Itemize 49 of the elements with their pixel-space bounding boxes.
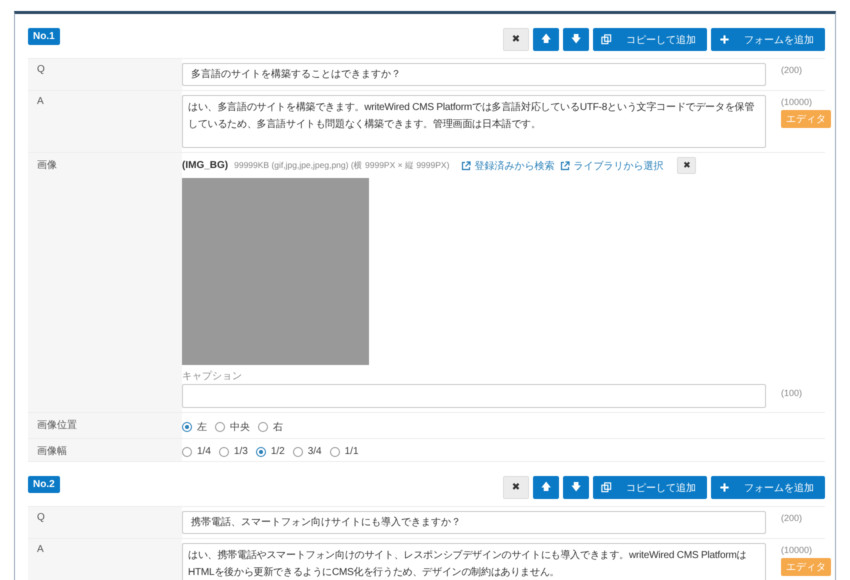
- entry-number-badge: No.2: [28, 476, 60, 493]
- char-count: (100): [781, 388, 802, 398]
- add-form-button[interactable]: フォームを追加: [711, 476, 825, 499]
- field-label: 画像: [37, 160, 57, 171]
- radio-option[interactable]: 1/1: [330, 446, 359, 457]
- entry-number-badge: No.1: [28, 28, 60, 45]
- radio-option[interactable]: 右: [258, 420, 283, 434]
- remove-image-button[interactable]: ✖: [677, 157, 696, 174]
- move-up-button[interactable]: 🡅: [533, 476, 559, 499]
- field-label: Q: [37, 512, 45, 523]
- field-label: 画像位置: [37, 420, 77, 431]
- external-link-icon: [560, 160, 570, 170]
- plus-icon: [719, 34, 730, 45]
- question-field[interactable]: 多言語のサイトを構築することはできますか？: [182, 63, 766, 86]
- field-label: 画像幅: [37, 446, 67, 457]
- char-count: (10000): [781, 97, 812, 107]
- radio-option[interactable]: 1/4: [182, 446, 211, 457]
- radio-option[interactable]: 1/3: [218, 446, 248, 457]
- move-down-button[interactable]: 🡇: [563, 476, 589, 499]
- char-count: (200): [781, 65, 802, 75]
- char-count: (10000): [781, 545, 812, 555]
- plus-icon: [719, 482, 730, 493]
- field-label: A: [37, 544, 44, 555]
- question-field[interactable]: 携帯電話、スマートフォン向けサイトにも導入できますか？: [182, 511, 766, 534]
- delete-button[interactable]: ✖: [503, 476, 529, 499]
- image-code: (IMG_BG): [182, 160, 228, 171]
- caption-label: キャプション: [182, 370, 243, 383]
- copy-add-button[interactable]: コピーして追加: [593, 476, 707, 499]
- move-down-button[interactable]: 🡇: [563, 28, 589, 51]
- radio-option[interactable]: 3/4: [292, 446, 322, 457]
- copy-icon: [601, 34, 612, 45]
- link[interactable]: ライブラリから選択: [560, 158, 664, 172]
- char-count: (200): [781, 513, 802, 523]
- field-label: Q: [37, 64, 45, 75]
- move-up-button[interactable]: 🡅: [533, 28, 559, 51]
- answer-field[interactable]: はい、多言語のサイトを構築できます。writeWired CMS Platformでは多言語対応しているUTF-8という文字コードでデータを保管しているため、多言語サイトも問題なく構築できます。管理画面は日本語です。: [182, 95, 766, 148]
- caption-field[interactable]: [182, 384, 766, 408]
- external-link-icon: [461, 160, 472, 170]
- image-spec: 99999KB (gif,jpg,jpe,jpeg,png) (横 9999PX × 縦 9999PX): [234, 160, 450, 172]
- delete-button[interactable]: ✖: [503, 28, 529, 51]
- radio-option[interactable]: 中央: [215, 420, 250, 434]
- add-form-button[interactable]: フォームを追加: [711, 28, 825, 51]
- copy-icon: [601, 482, 612, 493]
- radio-option[interactable]: 1/2: [256, 446, 285, 457]
- radio-option[interactable]: 左: [182, 420, 207, 434]
- field-label: A: [37, 96, 44, 107]
- answer-field[interactable]: はい、携帯電話やスマートフォン向けのサイト、レスポンシブデザインのサイトにも導入できます。writeWired CMS PlatformはHTMLを後から更新できるようにCMS化を行うため、デザインの制約はありません。: [182, 543, 766, 580]
- copy-add-button[interactable]: コピーして追加: [593, 28, 707, 51]
- link[interactable]: 登録済みから検索: [461, 158, 554, 172]
